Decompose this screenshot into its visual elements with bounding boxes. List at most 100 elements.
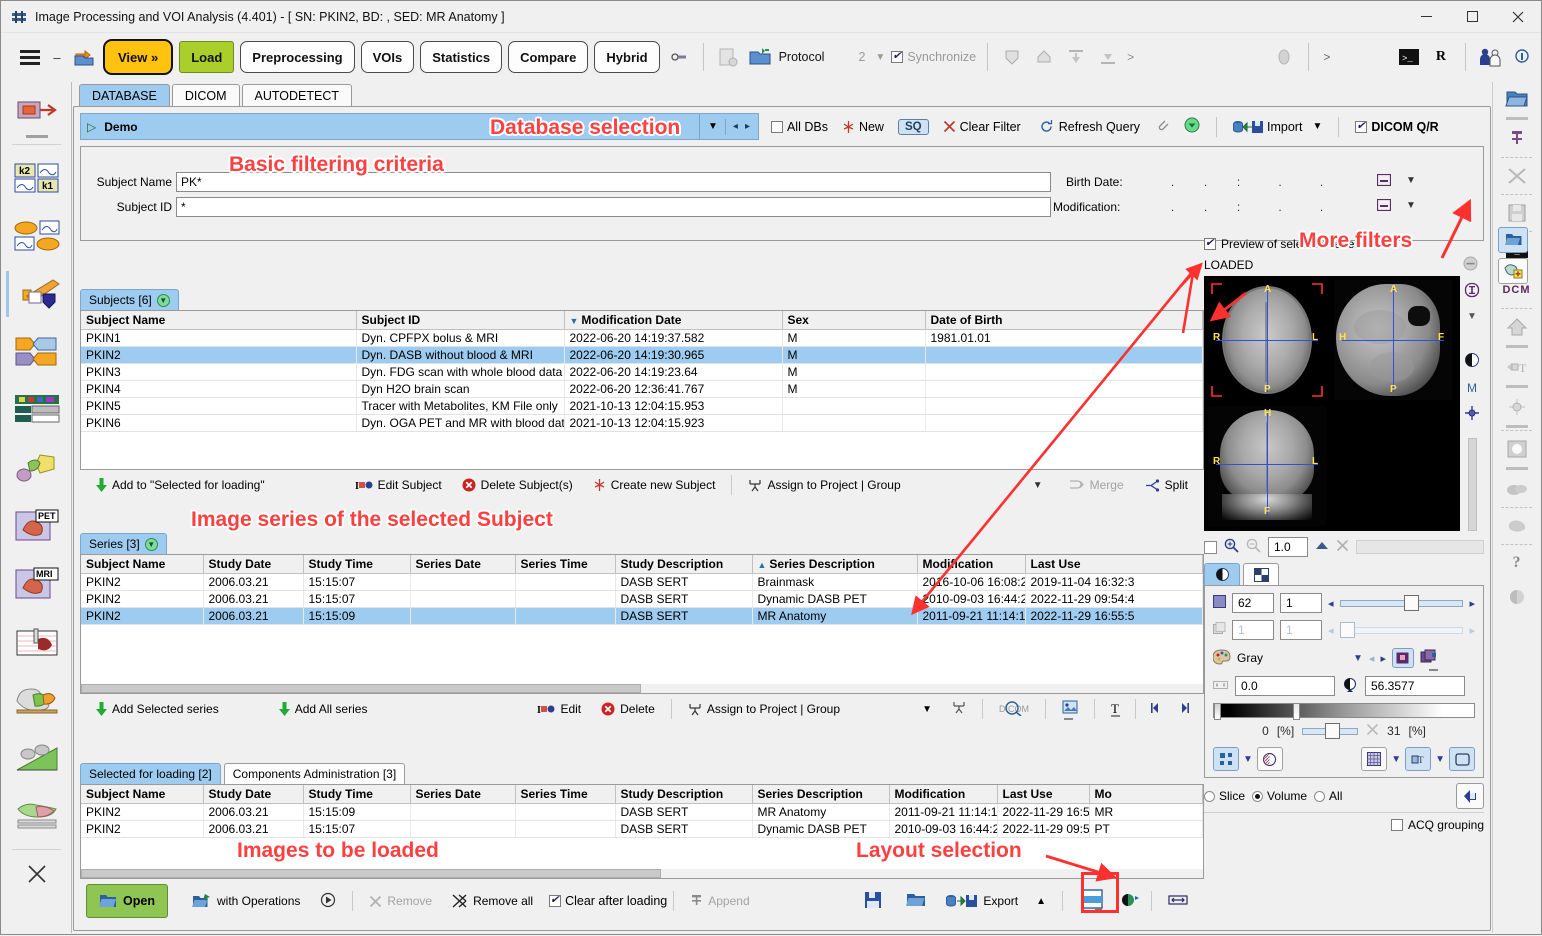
more-toolbar-chevron[interactable]: >	[1127, 50, 1134, 64]
add-selected-series-button[interactable]: Add Selected series	[86, 702, 229, 716]
zoom-reset-icon[interactable]	[1315, 540, 1329, 555]
menu-icon[interactable]	[17, 45, 43, 69]
modification-calendar-icon[interactable]	[1376, 198, 1392, 214]
table-row[interactable]: PKIN5 Tracer with Metabolites, KM File on…	[81, 397, 1203, 415]
people-icon[interactable]	[1477, 44, 1503, 70]
mode-button-load[interactable]: Load	[179, 41, 235, 73]
split-button[interactable]: Split	[1134, 478, 1198, 492]
save-list-icon[interactable]	[852, 891, 894, 912]
synchronize-checkbox[interactable]: Synchronize	[891, 49, 976, 64]
subjects-col-modification-date[interactable]: ▼ Modification Date	[564, 311, 783, 330]
colorbar-row[interactable]	[1213, 702, 1475, 720]
export-button[interactable]: Export	[938, 893, 1026, 909]
more-filters-button[interactable]	[1498, 258, 1528, 284]
loading-col-series-date[interactable]: Series Date	[410, 785, 516, 804]
birth-date-dot-2[interactable]: .	[1189, 175, 1222, 189]
loading-col-study-description[interactable]: Study Description	[615, 785, 753, 804]
edit-subject-button[interactable]: I Edit Subject	[345, 478, 452, 492]
modification-dot-5[interactable]: .	[1305, 200, 1338, 214]
slice-next-icon[interactable]: ▸	[1469, 597, 1475, 610]
preview-checkbox[interactable]	[1204, 236, 1216, 250]
tab-autodetect[interactable]: AUTODETECT	[241, 84, 353, 106]
sidebar-item-kinetic-modeling-icon[interactable]	[2, 82, 71, 140]
next-page-icon[interactable]	[1170, 701, 1198, 718]
maximize-button[interactable]	[1449, 1, 1495, 33]
page-dropdown-icon[interactable]: ▼	[875, 52, 885, 63]
layout-mode-button[interactable]	[1213, 747, 1239, 771]
table-row[interactable]: PKIN2 2006.03.21 15:15:07 DASB SERT Dynamic …	[81, 590, 1203, 608]
preview-pan-scrollbar[interactable]	[1356, 540, 1484, 554]
tab-display-contrast[interactable]	[1204, 563, 1240, 585]
loading-col-last-use[interactable]: Last Use	[997, 785, 1090, 804]
open-button[interactable]: Open	[86, 884, 168, 918]
sidebar-item-k2k1-icon[interactable]: k2 k1	[2, 149, 71, 207]
min-value-input[interactable]: 0.0	[1235, 676, 1335, 696]
table-row[interactable]: PKIN2 2006.03.21 15:15:09 DASB SERT MR Anato…	[81, 607, 1203, 625]
create-new-subject-button[interactable]: Create new Subject	[583, 478, 726, 492]
series-col-study-time[interactable]: Study Time	[303, 555, 411, 574]
mirror-M-icon[interactable]: M	[1467, 381, 1477, 395]
terminal-icon[interactable]: >_	[1396, 44, 1422, 70]
remove-all-button[interactable]: Remove all	[442, 894, 543, 908]
delete-subjects-button[interactable]: Delete Subject(s)	[452, 478, 583, 492]
prev-db-icon[interactable]: ◂	[733, 121, 738, 132]
birth-date-dot-1[interactable]: .	[1156, 175, 1189, 189]
radio-volume[interactable]: Volume	[1252, 789, 1307, 803]
loading-col-series-time[interactable]: Series Time	[515, 785, 616, 804]
collapse-icon[interactable]: –	[49, 50, 65, 65]
mode-button-hybrid[interactable]: Hybrid	[594, 41, 660, 73]
assign-to-project-group-button[interactable]: Assign to Project | Group	[738, 478, 910, 492]
import-dropdown-icon[interactable]: ▼	[1312, 121, 1322, 132]
table-row[interactable]: PKIN2 2006.03.21 15:15:07 DASB SERT Dynamic …	[81, 820, 1203, 838]
sidebar-item-close-icon[interactable]	[2, 854, 71, 894]
minimize-button[interactable]	[1403, 1, 1449, 33]
layout-mode-dropdown-icon[interactable]: ▼	[1243, 754, 1253, 765]
zoom-value-input[interactable]: 1.0	[1268, 537, 1308, 557]
subjects-col-subject-name[interactable]: Subject Name	[81, 311, 357, 330]
colortable-invert-button[interactable]	[1391, 648, 1414, 668]
series-col-series-description[interactable]: ▲ Series Description	[752, 555, 918, 574]
preview-vscrollbar[interactable]	[1467, 438, 1477, 531]
loading-col-subject-name[interactable]: Subject Name	[81, 785, 204, 804]
database-dropdown[interactable]: ▷ Demo	[80, 113, 700, 140]
pct-slider[interactable]	[1302, 723, 1359, 739]
table-row[interactable]: PKIN2 2006.03.21 15:15:09 DASB SERT MR Anato…	[81, 803, 1203, 821]
tab-dicom[interactable]: DICOM	[171, 84, 240, 106]
fit-width-icon[interactable]	[1158, 893, 1198, 910]
slice-number-input[interactable]: 62	[1232, 593, 1274, 613]
link-icon[interactable]	[666, 44, 692, 70]
radio-slice[interactable]: Slice	[1204, 789, 1245, 803]
layout-contrast-icon[interactable]	[1115, 892, 1145, 911]
loading-col-series-description[interactable]: Series Description	[752, 785, 890, 804]
series-tab[interactable]: Series [3] ▼	[80, 533, 167, 554]
modification-dropdown-icon[interactable]: ▼	[1406, 200, 1416, 211]
subjects-expand-icon[interactable]: ▼	[156, 293, 170, 307]
birth-date-dropdown-icon[interactable]: ▼	[1406, 175, 1416, 186]
open-folder-icon[interactable]	[1493, 82, 1540, 116]
append-button[interactable]: Append	[680, 894, 759, 908]
grid-button[interactable]	[1361, 747, 1388, 771]
shape-button[interactable]	[1449, 747, 1475, 771]
head-orientation-button[interactable]	[1456, 783, 1484, 809]
slice-slider[interactable]	[1339, 595, 1464, 611]
load-list-icon[interactable]	[894, 892, 938, 911]
subjects-col-date-of-birth[interactable]: Date of Birth	[925, 311, 1203, 330]
attachment-icon[interactable]	[1156, 118, 1170, 135]
colortable-prev-icon[interactable]: ◂	[1369, 652, 1375, 665]
frame-step-input[interactable]: 1	[1280, 620, 1322, 640]
max-value-input[interactable]: 56.3577	[1365, 676, 1465, 696]
preview-minimize-icon[interactable]	[1463, 256, 1478, 274]
tab-display-layout[interactable]	[1243, 563, 1279, 585]
mode-button-vois[interactable]: VOIs	[360, 41, 415, 73]
info-badge-icon[interactable]	[1509, 44, 1535, 70]
tab-selected-for-loading[interactable]: Selected for loading [2]	[80, 763, 221, 784]
mode-button-statistics[interactable]: Statistics	[420, 41, 503, 73]
save-filter-button[interactable]	[1498, 227, 1528, 253]
radio-all[interactable]: All	[1314, 789, 1342, 803]
image-info-icon[interactable]	[1052, 700, 1088, 720]
run-operations-icon[interactable]	[310, 892, 346, 911]
dicom-inspect-icon[interactable]: DICOM	[989, 700, 1039, 719]
sidebar-item-perfusion-icon[interactable]	[2, 613, 71, 671]
import-button[interactable]: Import ▼	[1233, 119, 1322, 135]
previous-page-icon[interactable]	[1142, 701, 1170, 718]
